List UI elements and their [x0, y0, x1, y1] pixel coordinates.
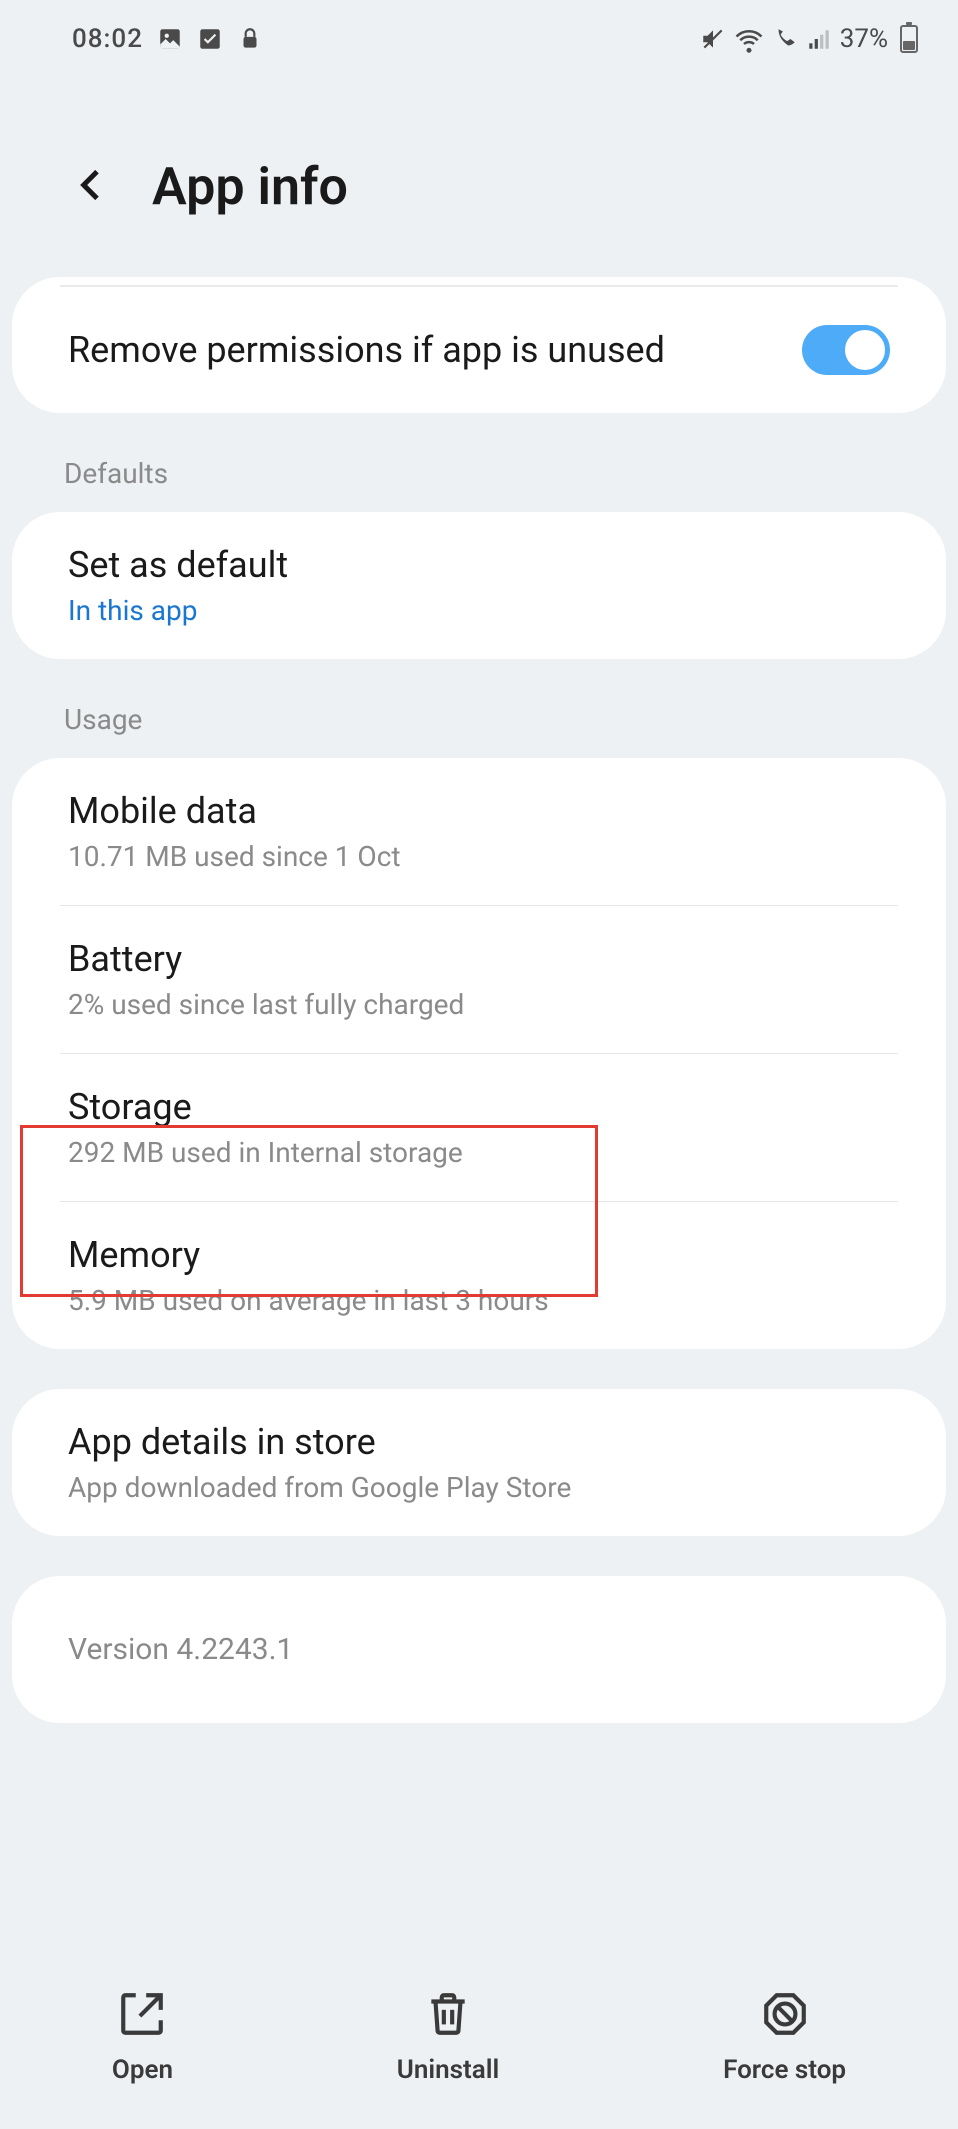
- remove-permissions-row[interactable]: Remove permissions if app is unused: [12, 287, 946, 413]
- remove-permissions-card: Remove permissions if app is unused: [12, 277, 946, 413]
- usage-card: Mobile data 10.71 MB used since 1 Oct Ba…: [12, 758, 946, 1349]
- wifi-icon: [734, 24, 764, 54]
- header: App info: [0, 66, 958, 277]
- mobile-data-row[interactable]: Mobile data 10.71 MB used since 1 Oct: [12, 758, 946, 905]
- memory-subtitle: 5.9 MB used on average in last 3 hours: [68, 1284, 890, 1317]
- status-time: 08:02: [72, 24, 143, 54]
- defaults-card: Set as default In this app: [12, 512, 946, 659]
- battery-percentage: 37%: [840, 24, 888, 54]
- status-bar: 08:02 37%: [0, 0, 958, 66]
- chevron-left-icon: [72, 165, 112, 205]
- battery-row[interactable]: Battery 2% used since last fully charged: [12, 906, 946, 1053]
- checkbox-icon: [197, 26, 223, 52]
- version-text: Version 4.2243.1: [68, 1632, 890, 1667]
- section-defaults-label: Defaults: [0, 413, 958, 512]
- storage-row[interactable]: Storage 292 MB used in Internal storage: [12, 1054, 946, 1201]
- lock-icon: [237, 26, 263, 52]
- app-details-store-title: App details in store: [68, 1421, 890, 1463]
- version-card: Version 4.2243.1: [12, 1576, 946, 1723]
- gallery-icon: [157, 26, 183, 52]
- section-usage-label: Usage: [0, 659, 958, 758]
- open-icon: [117, 1989, 167, 2039]
- app-details-store-subtitle: App downloaded from Google Play Store: [68, 1471, 890, 1504]
- store-card: App details in store App downloaded from…: [12, 1389, 946, 1536]
- app-details-store-row[interactable]: App details in store App downloaded from…: [12, 1389, 946, 1536]
- battery-icon: [900, 25, 918, 53]
- open-button[interactable]: Open: [112, 1989, 173, 2085]
- volte-icon: [772, 26, 798, 52]
- page-title: App info: [152, 156, 348, 217]
- uninstall-label: Uninstall: [397, 2055, 499, 2085]
- force-stop-label: Force stop: [723, 2055, 846, 2085]
- storage-title: Storage: [68, 1086, 890, 1128]
- set-as-default-subtitle: In this app: [68, 594, 890, 627]
- memory-row[interactable]: Memory 5.9 MB used on average in last 3 …: [12, 1202, 946, 1349]
- back-button[interactable]: [64, 157, 120, 217]
- trash-icon: [423, 1989, 473, 2039]
- force-stop-button[interactable]: Force stop: [723, 1989, 846, 2085]
- battery-subtitle: 2% used since last fully charged: [68, 988, 890, 1021]
- remove-permissions-label: Remove permissions if app is unused: [68, 329, 665, 371]
- memory-title: Memory: [68, 1234, 890, 1276]
- mute-icon: [700, 26, 726, 52]
- battery-title: Battery: [68, 938, 890, 980]
- set-as-default-row[interactable]: Set as default In this app: [12, 512, 946, 659]
- bottom-bar: Open Uninstall Force stop: [0, 1959, 958, 2129]
- status-right: 37%: [700, 24, 918, 54]
- signal-icon: [806, 26, 832, 52]
- mobile-data-title: Mobile data: [68, 790, 890, 832]
- storage-subtitle: 292 MB used in Internal storage: [68, 1136, 890, 1169]
- uninstall-button[interactable]: Uninstall: [397, 1989, 499, 2085]
- mobile-data-subtitle: 10.71 MB used since 1 Oct: [68, 840, 890, 873]
- remove-permissions-toggle[interactable]: [802, 325, 890, 375]
- status-left: 08:02: [72, 24, 263, 54]
- set-as-default-title: Set as default: [68, 544, 890, 586]
- stop-icon: [760, 1989, 810, 2039]
- open-label: Open: [112, 2055, 173, 2085]
